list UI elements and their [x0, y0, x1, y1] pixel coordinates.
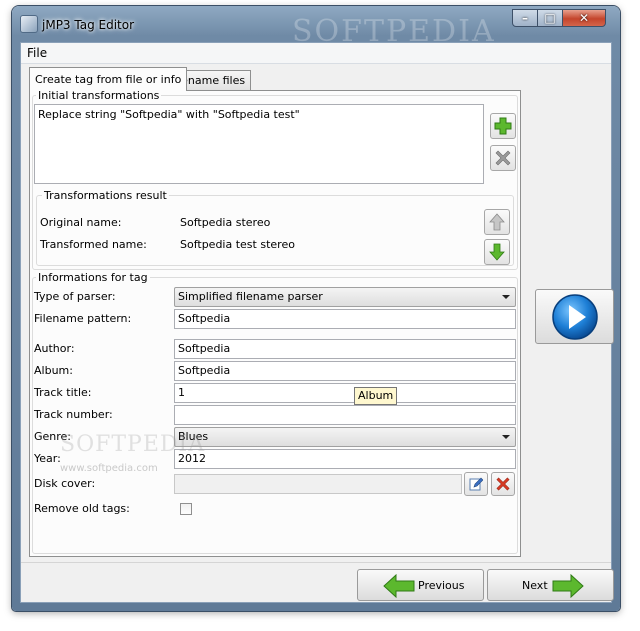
album-tooltip: Album: [354, 387, 398, 405]
menu-file[interactable]: File: [25, 46, 49, 60]
app-icon: [20, 15, 38, 33]
informations-title: Informations for tag: [36, 271, 150, 284]
close-button[interactable]: ✕: [562, 9, 606, 27]
minimize-icon: –: [522, 11, 528, 25]
filename-pattern-label: Filename pattern:: [34, 312, 132, 325]
softpedia-watermark: SOFTPEDIA: [60, 432, 206, 457]
next-label: Next: [522, 579, 548, 592]
remove-transformation-button[interactable]: [490, 145, 516, 171]
add-transformation-button[interactable]: [490, 113, 516, 139]
transformations-result-group: [36, 195, 514, 266]
move-down-button[interactable]: [484, 239, 510, 265]
remove-icon: [496, 477, 510, 491]
title-bar[interactable]: jMP3 Tag Editor SOFTPEDIA – □ ✕: [12, 6, 620, 49]
remove-old-tags-label: Remove old tags:: [34, 502, 130, 515]
move-up-button[interactable]: [484, 209, 510, 235]
parser-type-value: Simplified filename parser: [178, 290, 323, 303]
disk-cover-input[interactable]: [174, 474, 462, 494]
original-name-label: Original name:: [40, 216, 122, 229]
play-icon: [551, 293, 598, 340]
window-title: jMP3 Tag Editor: [42, 18, 135, 32]
transformations-result-title: Transformations result: [42, 189, 169, 202]
parser-type-select[interactable]: Simplified filename parser: [174, 287, 516, 307]
arrow-down-icon: [489, 243, 505, 261]
author-input[interactable]: Softpedia: [174, 339, 516, 359]
remove-disk-cover-button[interactable]: [491, 472, 515, 496]
album-label: Album:: [34, 364, 73, 377]
plus-icon: [494, 117, 512, 135]
album-input[interactable]: Softpedia: [174, 361, 516, 381]
tab-create-tag[interactable]: Create tag from file or info: [29, 67, 188, 91]
genre-select[interactable]: Blues: [174, 427, 516, 447]
pencil-icon: [469, 477, 483, 491]
transformed-name-label: Transformed name:: [40, 238, 147, 251]
chevron-down-icon: [502, 295, 510, 299]
maximize-button[interactable]: □: [537, 9, 563, 27]
track-title-label: Track title:: [34, 386, 92, 399]
arrow-up-icon: [489, 213, 505, 231]
previous-button[interactable]: Previous: [357, 569, 484, 601]
menu-bar: File: [21, 43, 611, 64]
run-button[interactable]: [535, 289, 614, 344]
parser-type-label: Type of parser:: [34, 290, 116, 303]
maximize-icon: □: [544, 11, 556, 25]
tab-panel: Initial transformations Replace string "…: [29, 89, 521, 557]
softpedia-watermark-url: www.softpedia.com: [60, 463, 158, 474]
transformation-item[interactable]: Replace string "Softpedia" with "Softped…: [38, 108, 480, 121]
minimize-button[interactable]: –: [512, 9, 538, 27]
app-window: jMP3 Tag Editor SOFTPEDIA – □ ✕ File Cre…: [12, 6, 620, 611]
year-label: Year:: [34, 452, 61, 465]
track-number-label: Track number:: [34, 408, 113, 421]
disk-cover-label: Disk cover:: [34, 477, 96, 490]
previous-label: Previous: [418, 579, 465, 592]
remove-old-tags-checkbox[interactable]: [180, 503, 192, 515]
transformed-name-value: Softpedia test stereo: [180, 238, 295, 251]
close-icon: ✕: [578, 11, 590, 25]
original-name-value: Softpedia stereo: [180, 216, 271, 229]
remove-icon: [495, 150, 511, 166]
arrow-right-icon: [552, 574, 584, 598]
client-area: File Create tag from file or info Rename…: [20, 42, 614, 603]
year-input[interactable]: 2012: [174, 449, 516, 469]
next-button[interactable]: Next: [487, 569, 614, 601]
filename-pattern-input[interactable]: Softpedia: [174, 309, 516, 329]
chevron-down-icon: [502, 435, 510, 439]
arrow-left-icon: [383, 574, 415, 598]
transformations-list[interactable]: Replace string "Softpedia" with "Softped…: [34, 104, 484, 184]
author-label: Author:: [34, 342, 75, 355]
edit-disk-cover-button[interactable]: [464, 472, 488, 496]
track-number-input[interactable]: [174, 405, 516, 425]
track-title-input[interactable]: 1: [174, 383, 516, 403]
bottom-separator: [21, 562, 611, 563]
